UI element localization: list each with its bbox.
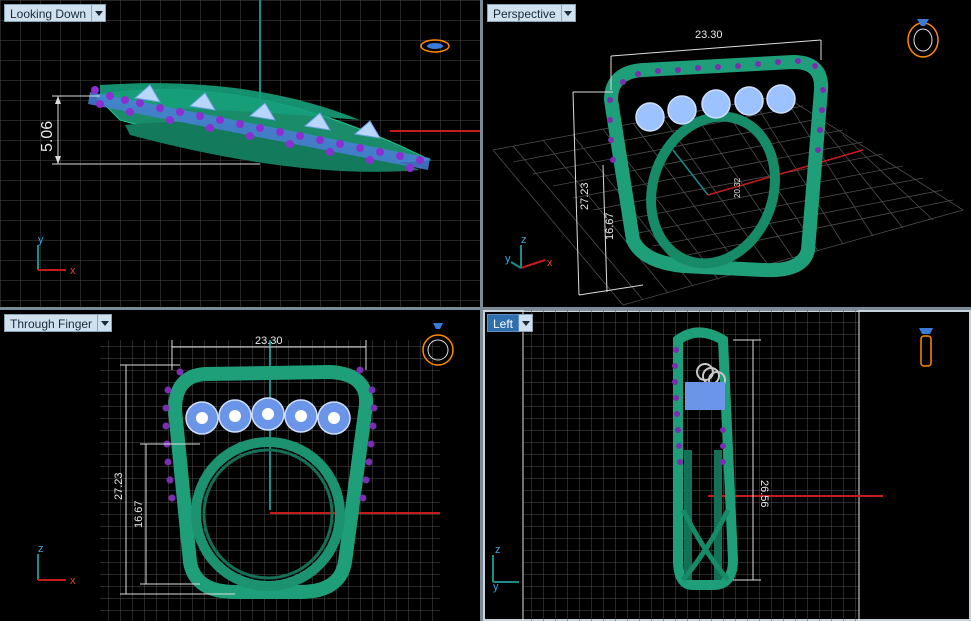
left-scene: 26.56 z y xyxy=(492,310,933,621)
through-finger-dim-inner: 16.67 xyxy=(133,500,145,528)
axis-label-v: y xyxy=(38,234,44,246)
through-finger-dim-height: 27.23 xyxy=(113,472,125,500)
ring-view-icon[interactable] xyxy=(919,328,933,367)
looking-down-dimension: 5.06 xyxy=(39,121,56,152)
viewport-tab-label: Perspective xyxy=(487,4,562,22)
viewport-tab-through-finger[interactable]: Through Finger xyxy=(4,314,113,332)
perspective-scene: 23.30 27.23 16.67 20.32 z x y xyxy=(492,19,964,306)
through-finger-scene: 23.30 27.23 16.67 z x xyxy=(37,323,454,621)
viewport-looking-down[interactable]: 5.06 y x Looking Down xyxy=(0,0,480,307)
viewport-tab-looking-down[interactable]: Looking Down xyxy=(4,4,107,22)
perspective-dim-width: 23.30 xyxy=(695,29,723,41)
perspective-dim-height: 27.23 xyxy=(579,182,591,210)
viewport-through-finger[interactable]: 23.30 27.23 16.67 z x Through Finger xyxy=(0,310,480,621)
viewport-tab-label: Left xyxy=(487,314,520,332)
viewport-tab-left[interactable]: Left xyxy=(487,314,534,332)
perspective-dim-inner: 16.67 xyxy=(604,212,616,240)
viewport-tab-label: Looking Down xyxy=(4,4,93,22)
perspective-dim-center: 20.32 xyxy=(733,177,742,198)
ring-view-icon[interactable] xyxy=(907,19,939,58)
axis-label-v: z xyxy=(38,543,44,555)
viewport-left[interactable]: 26.56 z y Left xyxy=(483,310,971,621)
axis-label-h: x xyxy=(547,257,553,269)
through-finger-dim-width: 23.30 xyxy=(255,335,283,347)
left-dim-height: 26.56 xyxy=(758,480,770,508)
looking-down-scene: 5.06 y x xyxy=(0,0,480,307)
viewport-tab-label: Through Finger xyxy=(4,314,99,332)
viewport-perspective[interactable]: 23.30 27.23 16.67 20.32 z x y Perspectiv… xyxy=(483,0,971,307)
chevron-down-icon[interactable] xyxy=(98,314,113,332)
chevron-down-icon[interactable] xyxy=(519,314,534,332)
axis-label-h: x xyxy=(70,575,76,587)
axis-label-v: z xyxy=(495,544,501,556)
chevron-down-icon[interactable] xyxy=(561,4,576,22)
viewport-tab-perspective[interactable]: Perspective xyxy=(487,4,576,22)
axis-label-v: z xyxy=(521,234,527,246)
axis-label-side: y xyxy=(505,253,511,265)
axis-label-h: x xyxy=(70,265,76,277)
axis-label-h: y xyxy=(493,581,499,593)
chevron-down-icon[interactable] xyxy=(92,4,107,22)
